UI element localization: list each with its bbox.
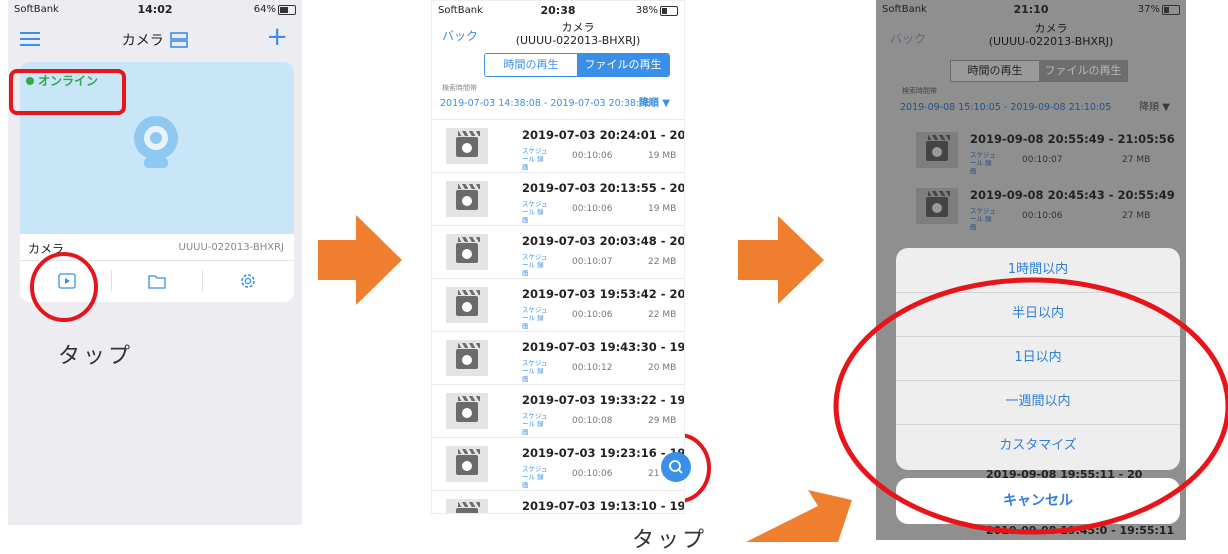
sort-button[interactable]: 降順 ▼ <box>1139 98 1170 113</box>
recording-duration: 00:10:06 <box>572 310 613 320</box>
recording-size: 19 MB <box>648 151 677 161</box>
back-button[interactable]: バック <box>890 30 926 47</box>
recording-duration: 00:10:07 <box>572 257 613 267</box>
recording-size: 29 MB <box>648 416 677 426</box>
title-line2: (UUUU-022013-BHXRJ) <box>515 34 641 47</box>
video-thumbnail-icon <box>916 132 958 168</box>
tab-file-playback[interactable]: ファイルの再生 <box>1039 61 1127 81</box>
recording-type: スケジュール 録画 <box>522 465 548 489</box>
search-range: 2019-07-03 14:38:08 - 2019-07-03 20:38:0… <box>440 98 652 109</box>
list-item[interactable]: 2019-07-03 19:33:22 - 19:43:30 スケジュール 録画 0… <box>432 384 684 437</box>
tab-time-playback[interactable]: 時間の再生 <box>951 61 1039 81</box>
video-thumbnail-icon <box>446 340 488 376</box>
video-thumbnail-icon <box>446 499 488 513</box>
recording-time: 2019-07-03 20:03:48 - 20:13:55 <box>522 234 685 248</box>
recording-time: 2019-07-03 20:24:01 - 20:34:07 <box>522 128 685 142</box>
battery-icon <box>660 6 678 16</box>
recording-time: 2019-07-03 20:13:55 - 20:24:01 <box>522 181 685 195</box>
range-label: 検索時間帯 <box>442 84 477 92</box>
list-item[interactable]: 2019-07-03 19:13:10 - 19:23:16 <box>432 490 685 513</box>
recording-size: 27 MB <box>1122 155 1151 165</box>
recording-time: 2019-09-08 20:45:43 - 20:55:49 <box>970 188 1175 202</box>
list-item[interactable]: 2019-07-03 20:03:48 - 20:13:55 スケジュール 録画 0… <box>432 225 684 278</box>
search-range: 2019-09-08 15:10:05 - 2019-09-08 21:10:0… <box>900 102 1112 113</box>
recording-type: スケジュール 録画 <box>522 412 548 436</box>
list-item-behind: 2019-09-08 19:45:0 - 19:55:11 <box>986 524 1175 537</box>
recording-time: 2019-07-03 19:13:10 - 19:23:16 <box>522 499 685 513</box>
list-item[interactable]: 2019-07-03 20:24:01 - 20:34:07 スケジュール 録画 0… <box>432 119 684 172</box>
list-item[interactable]: 2019-07-03 19:53:42 - 20:03:48 スケジュール 録画 0… <box>432 278 684 331</box>
cancel-button[interactable]: キャンセル <box>896 478 1180 524</box>
title-line1: カメラ <box>1034 22 1068 35</box>
playback-mode-tabs: 時間の再生 ファイルの再生 <box>950 60 1128 82</box>
option-half-day[interactable]: 半日以内 <box>896 292 1180 337</box>
recording-time: 2019-07-03 19:43:30 - 19:53:42 <box>522 340 685 354</box>
list-item[interactable]: 2019-07-03 19:23:16 - 19:33:22スケジュール 録画0… <box>432 437 684 490</box>
list-item[interactable]: 2019-09-08 20:55:49 - 21:05:56 スケジュール 録画 0… <box>876 124 1186 178</box>
arrow-right-1 <box>318 215 402 305</box>
recording-time: 2019-07-03 19:33:22 - 19:43:30 <box>522 393 685 407</box>
recording-duration: 00:10:07 <box>1022 155 1063 165</box>
video-thumbnail-icon <box>446 287 488 323</box>
recording-size: 22 MB <box>648 310 677 320</box>
playback-mode-tabs: 時間の再生 ファイルの再生 <box>484 53 670 77</box>
status-bar: SoftBank 21:10 37% <box>876 0 1186 20</box>
search-icon <box>669 460 683 474</box>
tab-file-playback[interactable]: ファイルの再生 <box>577 54 669 76</box>
video-thumbnail-icon <box>446 181 488 217</box>
recording-size: 22 MB <box>648 257 677 267</box>
battery-icon <box>1162 5 1180 15</box>
recording-type: スケジュール 録画 <box>522 359 548 383</box>
status-bar: SoftBank 20:38 38% <box>432 1 684 21</box>
range-label: 検索時間帯 <box>902 87 937 95</box>
recording-type: スケジュール 録画 <box>970 207 996 231</box>
search-button[interactable] <box>661 452 691 482</box>
option-1-hour[interactable]: 1時間以内 <box>896 248 1180 293</box>
recording-size: 19 MB <box>648 204 677 214</box>
video-thumbnail-icon <box>446 393 488 429</box>
arrow-diagonal <box>746 490 852 542</box>
recording-size: 27 MB <box>1122 211 1151 221</box>
recording-type: スケジュール 録画 <box>522 147 548 171</box>
recording-duration: 00:10:06 <box>572 151 613 161</box>
recording-duration: 00:10:12 <box>572 363 613 373</box>
screen-time-filter-sheet: SoftBank 21:10 37% バック カメラ (UUUU-022013-… <box>876 0 1186 540</box>
recording-time: 2019-07-03 19:53:42 - 20:03:48 <box>522 287 685 301</box>
recording-type: スケジュール 録画 <box>522 306 548 330</box>
page-title: カメラ (UUUU-022013-BHXRJ) <box>936 22 1166 48</box>
battery-percent: 37% <box>1137 4 1160 15</box>
arrow-right-2 <box>738 216 824 304</box>
back-button[interactable]: バック <box>442 27 478 44</box>
video-thumbnail-icon <box>446 446 488 482</box>
recording-type: スケジュール 録画 <box>522 253 548 277</box>
tap-instruction-2: タップ <box>632 528 708 553</box>
title-line1: カメラ <box>561 21 595 34</box>
online-highlight-box <box>9 69 126 115</box>
tab-time-playback[interactable]: 時間の再生 <box>485 54 577 76</box>
recording-duration: 00:10:08 <box>572 416 613 426</box>
option-1-day[interactable]: 1日以内 <box>896 336 1180 381</box>
recording-size: 20 MB <box>648 363 677 373</box>
recording-type: スケジュール 録画 <box>522 200 548 224</box>
sort-button[interactable]: 降順 ▼ <box>639 94 670 109</box>
screen-file-playback: SoftBank 20:38 38% バック カメラ (UUUU-022013-… <box>431 0 685 514</box>
battery-percent: 38% <box>635 5 658 16</box>
recording-duration: 00:10:06 <box>1022 211 1063 221</box>
option-1-week[interactable]: 一週間以内 <box>896 380 1180 425</box>
list-item[interactable]: 2019-07-03 19:43:30 - 19:53:42 スケジュール 録画 0… <box>432 331 684 384</box>
list-item[interactable]: 2019-09-08 20:45:43 - 20:55:49 スケジュール 録画 0… <box>876 180 1186 234</box>
playback-highlight-circle <box>30 252 98 322</box>
video-thumbnail-icon <box>446 234 488 270</box>
video-thumbnail-icon <box>446 128 488 164</box>
recording-type: スケジュール 録画 <box>970 151 996 175</box>
page-title: カメラ (UUUU-022013-BHXRJ) <box>492 21 664 47</box>
recording-duration: 00:10:06 <box>572 204 613 214</box>
video-thumbnail-icon <box>916 188 958 224</box>
recording-time: 2019-09-08 20:55:49 - 21:05:56 <box>970 132 1175 146</box>
time-filter-sheet: 1時間以内 半日以内 1日以内 一週間以内 カスタマイズ <box>896 248 1180 470</box>
title-line2: (UUUU-022013-BHXRJ) <box>988 35 1114 48</box>
list-item[interactable]: 2019-07-03 20:13:55 - 20:24:01 スケジュール 録画 0… <box>432 172 684 225</box>
option-custom[interactable]: カスタマイズ <box>896 424 1180 468</box>
recording-duration: 00:10:06 <box>572 469 613 479</box>
